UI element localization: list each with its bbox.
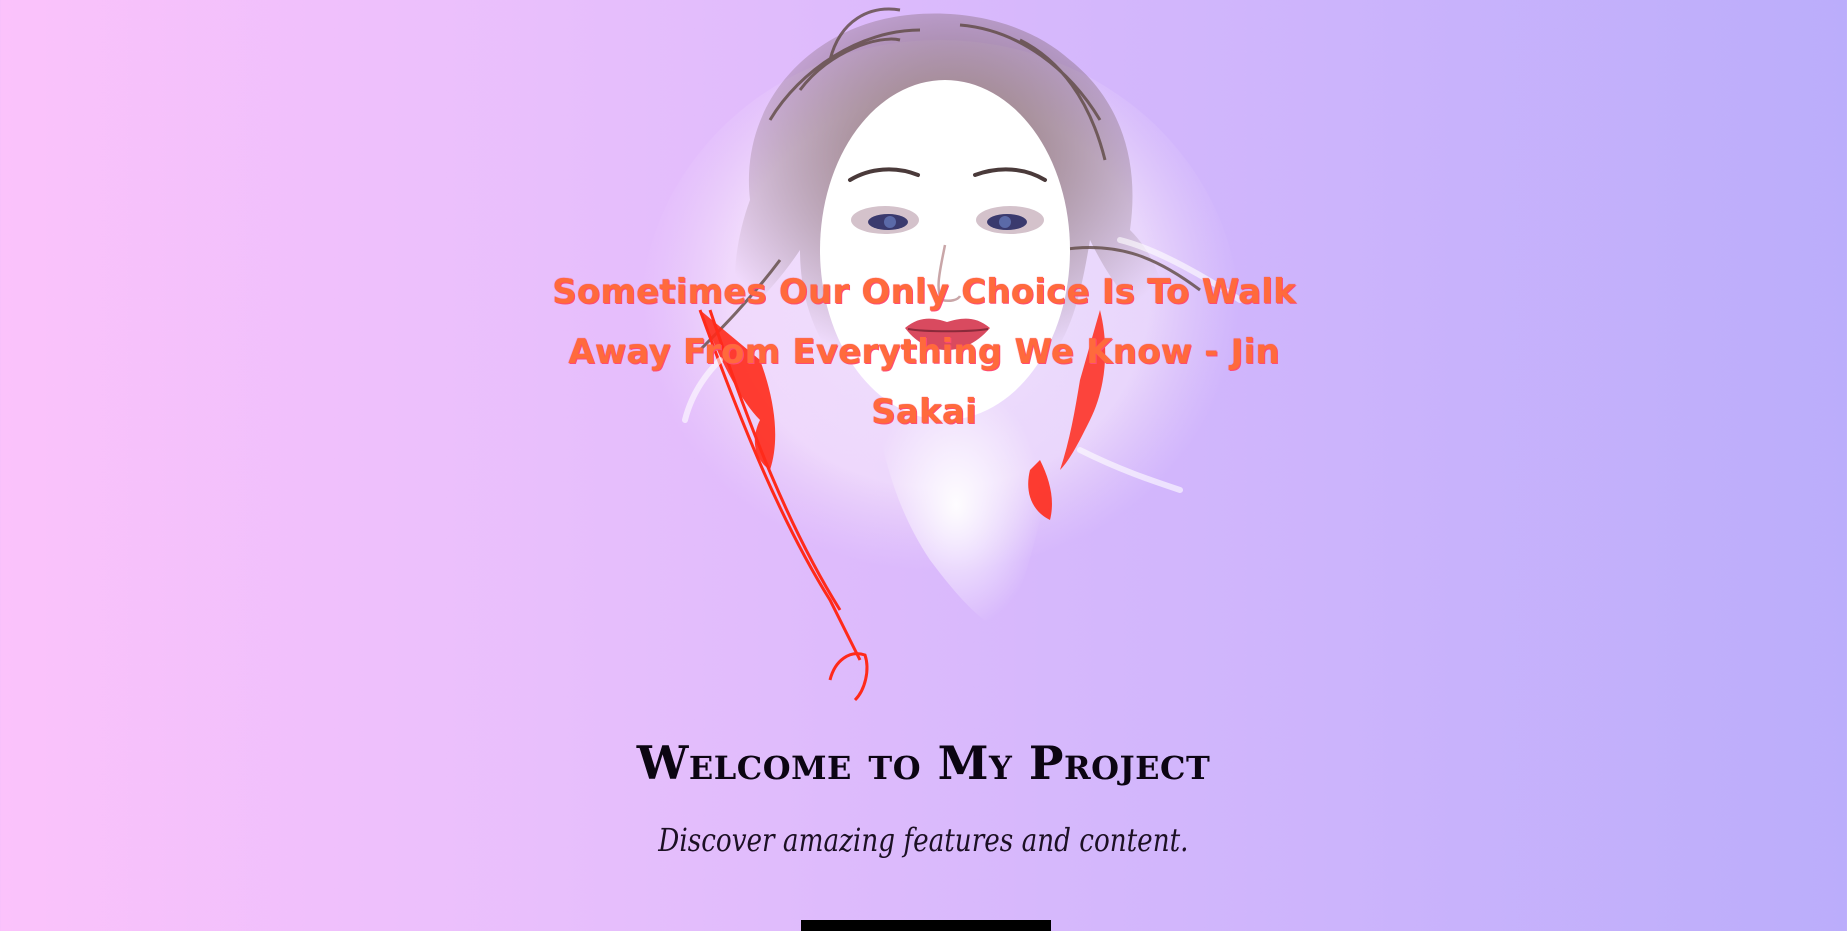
page-title: Welcome to My Project <box>636 736 1211 790</box>
right-iris <box>999 216 1011 228</box>
hero-quote: Sometimes Our Only Choice Is To Walk Awa… <box>552 272 1296 432</box>
cord-end <box>828 652 869 702</box>
page-subtitle: Discover amazing features and content. <box>658 821 1189 859</box>
cta-button[interactable] <box>801 920 1051 931</box>
left-iris <box>884 216 896 228</box>
